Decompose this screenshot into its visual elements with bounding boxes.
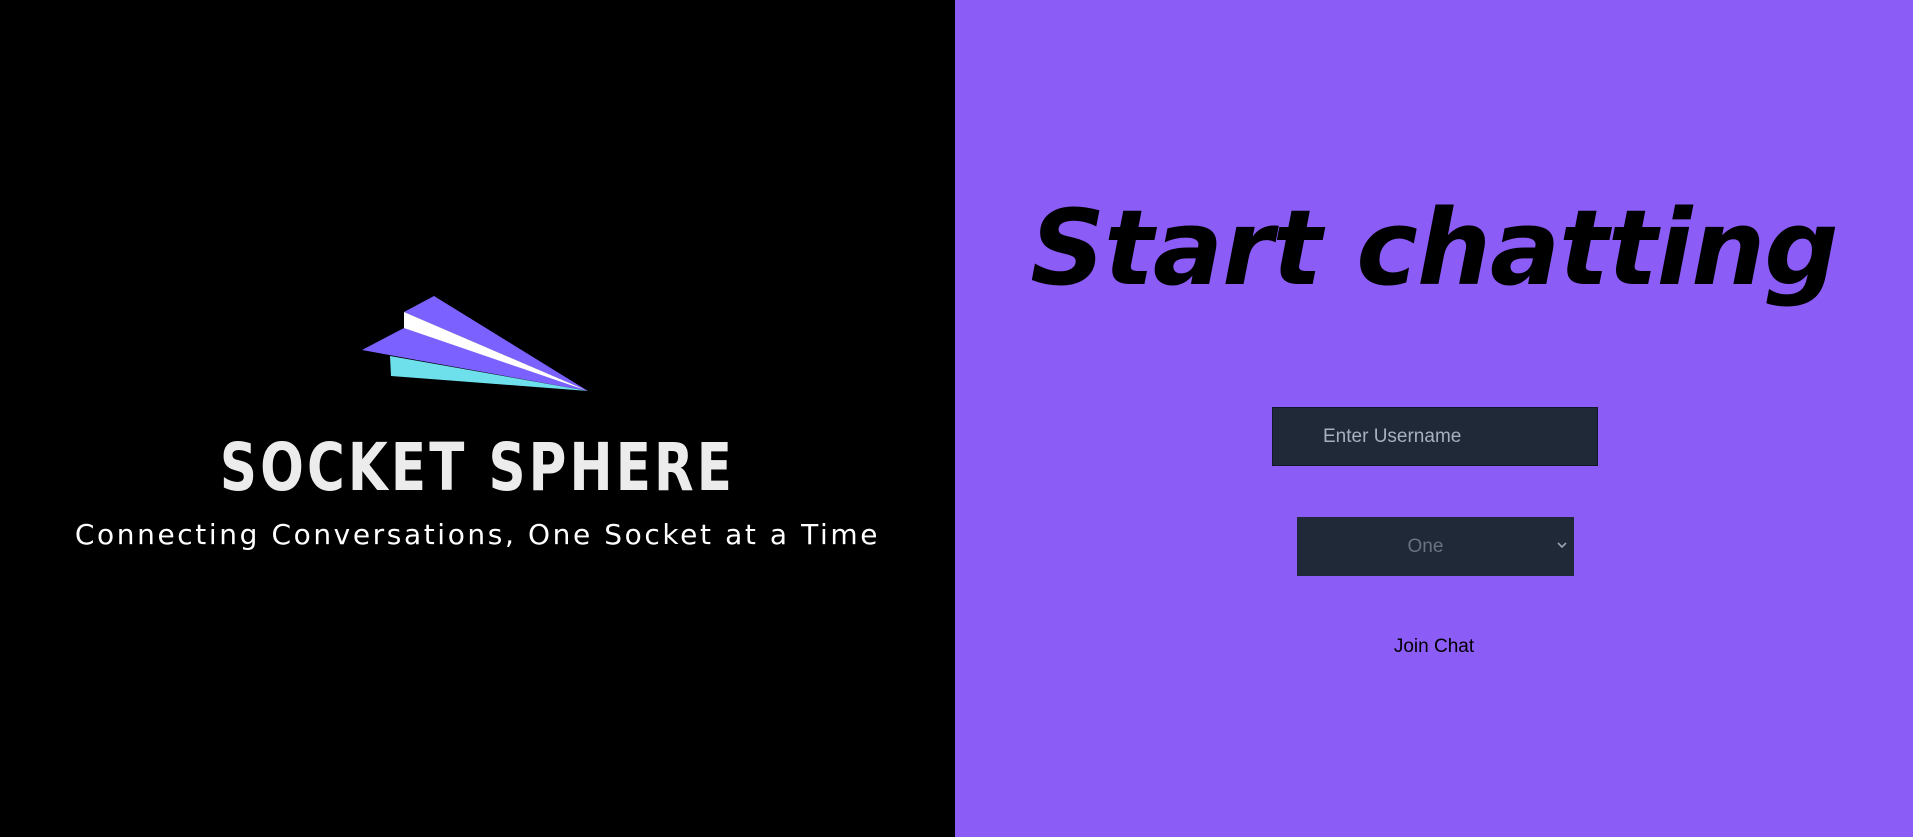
page-title: Start chatting — [1030, 187, 1838, 309]
paper-plane-icon — [362, 296, 588, 391]
brand-tagline: Connecting Conversations, One Socket at … — [74, 518, 881, 551]
room-select[interactable]: One — [1297, 517, 1574, 576]
brand-name: SOCKET SPHERE — [219, 429, 736, 506]
brand-panel: SOCKET SPHERE Connecting Conversations, … — [0, 0, 955, 837]
join-panel: Start chatting One Join Chat — [955, 0, 1913, 837]
join-chat-button[interactable]: Join Chat — [1334, 630, 1534, 664]
username-input[interactable] — [1272, 407, 1598, 466]
room-select-container: One — [1297, 517, 1574, 576]
